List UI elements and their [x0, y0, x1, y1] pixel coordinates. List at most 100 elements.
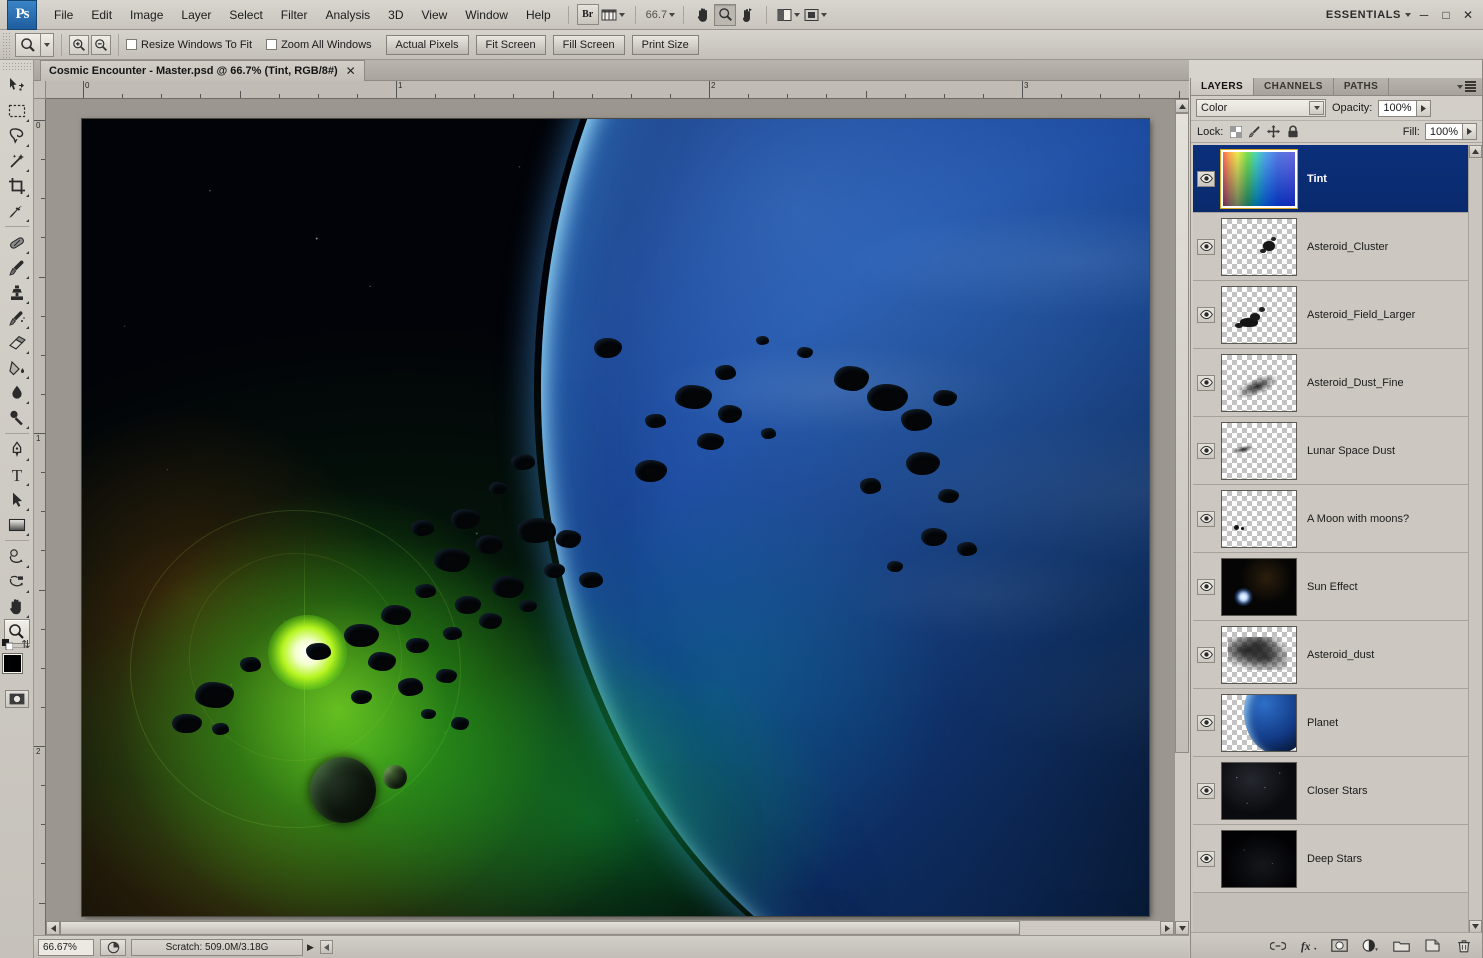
eye-icon[interactable] [1197, 646, 1215, 663]
3d-rotate-tool[interactable] [4, 544, 30, 569]
eye-icon[interactable] [1197, 238, 1215, 255]
crop-tool[interactable] [4, 173, 30, 198]
foreground-color-swatch[interactable] [1, 653, 23, 674]
arrange-documents-button[interactable] [775, 4, 802, 26]
rotate-view-tool-button[interactable] [736, 4, 758, 26]
menu-filter[interactable]: Filter [272, 5, 317, 25]
menu-edit[interactable]: Edit [82, 5, 121, 25]
lock-all-icon[interactable] [1286, 125, 1299, 138]
resize-windows-checkbox-row[interactable]: Resize Windows To Fit [126, 39, 252, 51]
zoom-all-windows-checkbox-row[interactable]: Zoom All Windows [266, 39, 372, 51]
artboard[interactable] [82, 119, 1149, 916]
new-group-icon[interactable] [1393, 937, 1410, 954]
layer-row[interactable]: Sun Effect [1193, 553, 1470, 621]
eraser-tool[interactable] [4, 330, 30, 355]
layer-name[interactable]: Asteroid_Cluster [1299, 241, 1388, 253]
delete-layer-icon[interactable] [1455, 937, 1472, 954]
rectangular-marquee-tool[interactable] [4, 98, 30, 123]
scroll-up-button[interactable] [1175, 99, 1189, 113]
view-extras-button[interactable] [599, 4, 627, 26]
layer-thumbnail[interactable] [1220, 148, 1298, 209]
status-menu-arrow[interactable]: ▶ [307, 942, 314, 953]
layer-thumbnail[interactable] [1221, 353, 1297, 412]
hand-tool[interactable] [4, 594, 30, 619]
canvas-vertical-scrollbar[interactable] [1174, 99, 1189, 935]
resize-windows-checkbox[interactable] [126, 39, 137, 50]
move-tool[interactable] [4, 73, 30, 98]
layer-row[interactable]: Lunar Space Dust [1193, 417, 1470, 485]
layer-name[interactable]: Asteroid_Field_Larger [1299, 309, 1415, 321]
toolbox-grip[interactable] [1, 62, 32, 72]
zoom-out-button[interactable] [91, 34, 111, 55]
layer-row[interactable]: Tint [1193, 145, 1470, 213]
new-layer-icon[interactable] [1424, 937, 1441, 954]
menu-analysis[interactable]: Analysis [316, 5, 379, 25]
pen-tool[interactable] [4, 437, 30, 462]
zoom-chevron-down-icon[interactable] [669, 12, 676, 17]
zoom-all-windows-checkbox[interactable] [266, 39, 278, 50]
layer-name[interactable]: Closer Stars [1299, 785, 1368, 797]
link-layers-icon[interactable] [1269, 937, 1286, 954]
fill-value[interactable]: 100% [1424, 123, 1463, 140]
document-thumbnail-button[interactable] [100, 938, 126, 956]
layer-name[interactable]: Asteroid_dust [1299, 649, 1374, 661]
tab-channels[interactable]: CHANNELS [1254, 78, 1334, 95]
minimize-button[interactable]: ─ [1415, 7, 1433, 23]
zoom-in-button[interactable] [69, 34, 89, 55]
menu-layer[interactable]: Layer [172, 5, 220, 25]
menu-select[interactable]: Select [220, 5, 271, 25]
magic-wand-tool[interactable] [4, 148, 30, 173]
layer-thumbnail[interactable] [1221, 421, 1297, 480]
layer-thumbnail[interactable] [1221, 829, 1297, 888]
eye-icon[interactable] [1197, 442, 1215, 459]
options-bar-grip[interactable] [2, 31, 11, 58]
menu-view[interactable]: View [412, 5, 456, 25]
menu-file[interactable]: File [45, 5, 82, 25]
lock-image-icon[interactable] [1248, 125, 1261, 138]
maximize-button[interactable]: □ [1437, 7, 1455, 23]
lock-transparency-icon[interactable] [1229, 125, 1242, 138]
layer-name[interactable]: Tint [1299, 173, 1327, 185]
menu-window[interactable]: Window [456, 5, 517, 25]
blend-mode-chevron-down-icon[interactable] [1309, 101, 1324, 115]
layer-row[interactable]: A Moon with moons? [1193, 485, 1470, 553]
horizontal-ruler[interactable]: 0 1 2 3 [46, 81, 1189, 99]
eye-icon[interactable] [1197, 510, 1215, 527]
layer-row[interactable]: Asteroid_dust [1193, 621, 1470, 689]
layer-thumbnail[interactable] [1221, 285, 1297, 344]
zoom-level-display[interactable]: 66.7 [646, 9, 667, 21]
layer-row[interactable]: Planet [1193, 689, 1470, 757]
lock-position-icon[interactable] [1267, 125, 1281, 138]
default-colors-icon[interactable] [1, 639, 13, 650]
layer-name[interactable]: Asteroid_Dust_Fine [1299, 377, 1404, 389]
layer-row[interactable]: Asteroid_Cluster [1193, 213, 1470, 281]
print-size-button[interactable]: Print Size [631, 34, 699, 55]
swap-colors-icon[interactable]: ⇅ [21, 638, 30, 651]
tab-paths[interactable]: PATHS [1334, 78, 1390, 95]
scroll-thumb-horizontal[interactable] [60, 921, 1020, 935]
rectangle-shape-tool[interactable] [4, 512, 30, 537]
eye-icon[interactable] [1197, 782, 1215, 799]
layer-row[interactable]: Closer Stars [1193, 757, 1470, 825]
document-tab[interactable]: Cosmic Encounter - Master.psd @ 66.7% (T… [40, 60, 365, 81]
status-resize-grip[interactable] [319, 940, 333, 954]
eyedropper-tool[interactable] [4, 198, 30, 223]
3d-orbit-camera-tool[interactable] [4, 569, 30, 594]
layer-style-fx-icon[interactable]: fx [1300, 937, 1317, 954]
layer-name[interactable]: Lunar Space Dust [1299, 445, 1395, 457]
layer-thumbnail[interactable] [1221, 489, 1297, 548]
lasso-tool[interactable] [4, 123, 30, 148]
vertical-ruler[interactable]: 0 1 2 [34, 99, 46, 935]
eye-icon[interactable] [1197, 374, 1215, 391]
current-tool-preset[interactable] [15, 32, 41, 57]
layer-thumbnail[interactable] [1221, 557, 1297, 616]
actual-pixels-button[interactable]: Actual Pixels [385, 34, 469, 55]
layer-row[interactable]: Asteroid_Field_Larger [1193, 281, 1470, 349]
layer-name[interactable]: Sun Effect [1299, 581, 1358, 593]
layer-scroll-up-button[interactable] [1469, 145, 1482, 158]
menu-help[interactable]: Help [517, 5, 560, 25]
canvas-area[interactable] [46, 99, 1189, 935]
quick-mask-toggle[interactable] [4, 690, 29, 708]
eye-icon[interactable] [1197, 850, 1215, 867]
scroll-right-button[interactable] [1160, 921, 1174, 935]
